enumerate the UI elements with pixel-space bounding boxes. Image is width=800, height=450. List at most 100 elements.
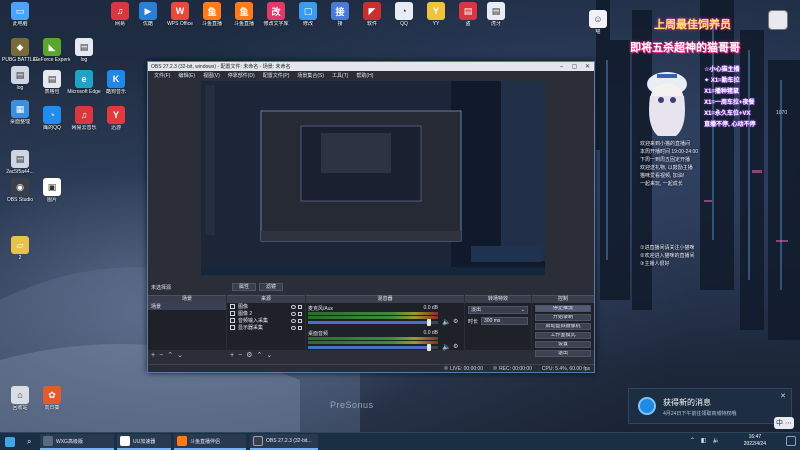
desktop-icon[interactable]: 改修改文字库 bbox=[258, 2, 294, 27]
volume-slider[interactable] bbox=[308, 319, 438, 326]
lock-icon[interactable] bbox=[298, 318, 302, 323]
volume-slider-handle[interactable] bbox=[426, 344, 431, 351]
filters-button[interactable]: 滤镜 bbox=[259, 283, 283, 291]
menu-tools[interactable]: 工具(T) bbox=[328, 72, 352, 79]
taskbar-app-wxg[interactable]: WXG高级版 bbox=[40, 434, 114, 450]
remove-source-icon[interactable]: − bbox=[238, 352, 242, 359]
duration-input[interactable]: 300 ms bbox=[481, 317, 528, 325]
menu-profile[interactable]: 配置文件(P) bbox=[259, 72, 294, 79]
start-recording-button[interactable]: 开始录制 bbox=[535, 314, 591, 321]
volume-icon[interactable]: 🔈 bbox=[713, 437, 720, 444]
add-source-icon[interactable]: + bbox=[230, 352, 234, 359]
gear-icon[interactable]: ⚙ bbox=[453, 343, 458, 350]
virtual-camera-button[interactable]: 启动虚拟摄像机 bbox=[535, 323, 591, 330]
desktop-icon[interactable]: ▤ 虎牙 bbox=[478, 2, 514, 27]
remove-scene-icon[interactable]: − bbox=[159, 352, 163, 359]
scene-item[interactable]: 场景 bbox=[148, 303, 226, 310]
gear-icon[interactable]: ⚙ bbox=[453, 318, 458, 325]
volume-slider[interactable] bbox=[308, 344, 438, 351]
studio-mode-button[interactable]: 工作室模式 bbox=[535, 332, 591, 339]
chevron-up-icon[interactable]: ⌃ bbox=[690, 437, 695, 444]
desktop-icon-label: 接 bbox=[337, 21, 343, 27]
lock-icon[interactable] bbox=[298, 304, 302, 309]
network-icon[interactable]: ◧ bbox=[701, 437, 707, 444]
menu-docks[interactable]: 停靠部件(D) bbox=[224, 72, 259, 79]
desktop-icon[interactable]: 鱼斗鱼直播 bbox=[194, 2, 230, 27]
desktop-icon[interactable]: ◆PUBG BATTLEGR... bbox=[2, 38, 38, 63]
desktop-icon[interactable]: ▤ log bbox=[66, 38, 102, 63]
move-down-icon[interactable]: ⌄ bbox=[177, 351, 183, 359]
source-row[interactable]: 图像 bbox=[227, 303, 305, 310]
desktop-icon[interactable]: 接接 bbox=[322, 2, 358, 27]
desktop-icon[interactable]: K 酷狗音乐 bbox=[98, 70, 134, 95]
desktop-icon[interactable]: Y 迅游 bbox=[98, 106, 134, 131]
speaker-icon[interactable]: 🔈 bbox=[442, 318, 451, 326]
desktop-icon[interactable]: ☺ 喵 bbox=[580, 10, 616, 35]
desktop-icon[interactable]: ▭ 此电脑 bbox=[2, 2, 38, 27]
visibility-eye-icon[interactable] bbox=[291, 311, 296, 316]
volume-slider-handle[interactable] bbox=[426, 319, 431, 326]
source-row[interactable]: 图像 2 bbox=[227, 310, 305, 317]
menu-view[interactable]: 视图(V) bbox=[199, 72, 224, 79]
taskbar-app-douyu[interactable]: 斗鱼直播伴侣 bbox=[174, 434, 246, 450]
transition-select[interactable]: 淡出 ⌄ bbox=[468, 306, 528, 314]
properties-button[interactable]: 属性 bbox=[232, 283, 256, 291]
add-scene-icon[interactable]: + bbox=[151, 352, 155, 359]
start-button[interactable] bbox=[2, 434, 18, 450]
notification-center-icon[interactable] bbox=[786, 436, 796, 446]
desktop-icon[interactable]: ◔ QQ bbox=[386, 2, 422, 27]
menu-edit[interactable]: 编辑(E) bbox=[174, 72, 199, 79]
desktop-icon[interactable]: ◤ 软件 bbox=[354, 2, 390, 27]
desktop-icon[interactable]: ▱ 2 bbox=[2, 236, 38, 261]
desktop-icon[interactable]: ♫ 网易云音乐 bbox=[66, 106, 102, 131]
move-up-icon[interactable]: ⌃ bbox=[167, 351, 173, 359]
desktop-icon[interactable]: Y YY bbox=[418, 2, 454, 27]
taskbar-clock[interactable]: 16:47 2022/4/24 bbox=[744, 434, 766, 448]
desktop-icon[interactable]: ▶ 优酷 bbox=[130, 2, 166, 27]
desktop-icon[interactable]: ◣GeForce Experience bbox=[34, 38, 70, 63]
desktop-icon[interactable]: ▤ 表格包 bbox=[34, 70, 70, 95]
obs-titlebar[interactable]: OBS 27.2.3 (32-bit, windows) - 配置文件: 未命名… bbox=[148, 62, 594, 71]
maximize-button[interactable]: ▢ bbox=[568, 62, 581, 71]
menu-scene-collection[interactable]: 场景集合(S) bbox=[293, 72, 328, 79]
visibility-eye-icon[interactable] bbox=[291, 325, 296, 330]
source-row[interactable]: 音频输入采集 bbox=[227, 317, 305, 324]
desktop-icon[interactable]: ⌂ 回收站 bbox=[2, 386, 38, 411]
speaker-icon[interactable]: 🔈 bbox=[442, 343, 451, 351]
menu-file[interactable]: 文件(F) bbox=[150, 72, 174, 79]
lock-icon[interactable] bbox=[298, 311, 302, 316]
notification-toast[interactable]: 获得新的消息 4月24日下午前往领取商城特权哦 ✕ bbox=[628, 388, 792, 424]
source-row[interactable]: 显示器采集 bbox=[227, 324, 305, 331]
desktop-icon[interactable]: ▤ 2ac5f5a44... bbox=[2, 150, 38, 175]
menu-help[interactable]: 帮助(H) bbox=[352, 72, 377, 79]
move-down-icon[interactable]: ⌄ bbox=[266, 351, 272, 359]
desktop-icon[interactable]: 鱼斗鱼直播 bbox=[226, 2, 262, 27]
ime-indicator[interactable]: 中 ⋯ bbox=[774, 417, 794, 429]
desktop-icon[interactable]: ◉ OBS Studio bbox=[2, 178, 38, 203]
visibility-eye-icon[interactable] bbox=[291, 304, 296, 309]
settings-button[interactable]: 设置 bbox=[535, 341, 591, 348]
stop-streaming-button[interactable]: 停止推流 bbox=[535, 305, 591, 312]
desktop-icon[interactable]: ▤ log bbox=[2, 66, 38, 91]
desktop-icon[interactable]: ◔ 鹰的QQ bbox=[34, 106, 70, 131]
track-db: 0.0 dB bbox=[423, 330, 438, 336]
visibility-eye-icon[interactable] bbox=[291, 318, 296, 323]
desktop-icon[interactable]: ▦ 桌面整理 bbox=[2, 100, 38, 125]
lock-icon[interactable] bbox=[298, 325, 302, 330]
desktop-icon[interactable]: ▢ 修改 bbox=[290, 2, 326, 27]
exit-button[interactable]: 退出 bbox=[535, 350, 591, 357]
minimize-button[interactable]: – bbox=[555, 62, 568, 71]
desktop-icon[interactable]: e Microsoft Edge bbox=[66, 70, 102, 95]
close-button[interactable]: ✕ bbox=[581, 62, 594, 71]
desktop-icon[interactable]: W WPS Office bbox=[162, 2, 198, 27]
desktop-icon[interactable]: ✿ 向日葵 bbox=[34, 386, 70, 411]
close-icon[interactable]: ✕ bbox=[780, 392, 786, 400]
move-up-icon[interactable]: ⌃ bbox=[256, 351, 262, 359]
sources-list: 图像 图像 2 音频输入采集 显示器采集 bbox=[227, 303, 305, 350]
search-button[interactable]: ⌕ bbox=[24, 434, 34, 450]
taskbar-app-uu[interactable]: UU加速器 bbox=[117, 434, 171, 450]
obs-preview-canvas[interactable] bbox=[201, 81, 545, 275]
gear-icon[interactable]: ⚙ bbox=[246, 351, 252, 359]
taskbar-app-obs[interactable]: OBS 27.2.3 (32-bit... bbox=[250, 434, 318, 450]
desktop-icon[interactable]: ▣ 图片 bbox=[34, 178, 70, 203]
